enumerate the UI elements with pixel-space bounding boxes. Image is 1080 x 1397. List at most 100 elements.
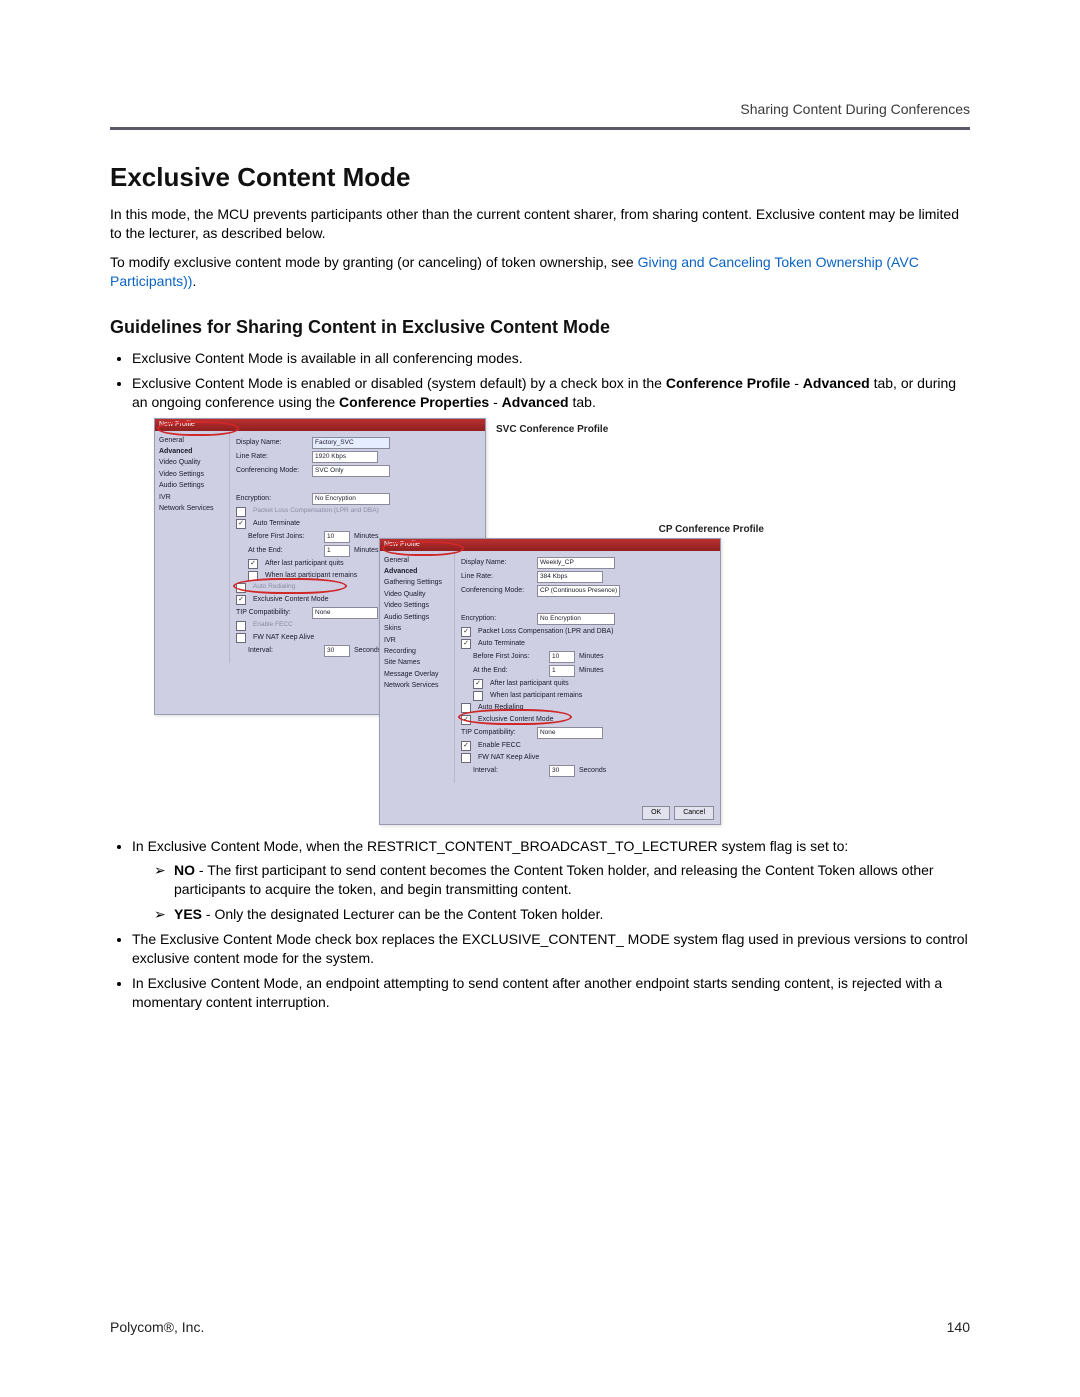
intro-paragraph-2: To modify exclusive content mode by gran… [110, 253, 970, 291]
cp-titlebar: New Profile [380, 539, 720, 551]
svc-nav-general[interactable]: General [159, 435, 225, 446]
svc-titlebar: New Profile [155, 419, 485, 431]
guidelines-list-2: In Exclusive Content Mode, when the REST… [132, 837, 970, 1012]
svc-conf-mode-select[interactable]: SVC Only [312, 465, 390, 477]
cp-nav-ivr[interactable]: IVR [384, 635, 450, 646]
bullet-available: Exclusive Content Mode is available in a… [132, 349, 970, 368]
cp-end-input[interactable]: 1 [549, 665, 575, 677]
cp-interval-input[interactable]: 30 [549, 765, 575, 777]
svc-display-name-input[interactable]: Factory_SVC [312, 437, 390, 449]
cp-nav-video-settings[interactable]: Video Settings [384, 600, 450, 611]
cp-sidebar: General Advanced Gathering Settings Vide… [380, 551, 455, 783]
intro-paragraph-1: In this mode, the MCU prevents participa… [110, 205, 970, 243]
subsection-title: Guidelines for Sharing Content in Exclus… [110, 315, 970, 339]
cp-auto-redial-checkbox[interactable] [461, 703, 471, 713]
svc-end-input[interactable]: 1 [324, 545, 350, 557]
cp-encryption-label: Encryption: [461, 614, 533, 623]
svc-end-unit: Minutes [354, 546, 379, 555]
svc-plc-label: Packet Loss Compensation (LPR and DBA) [253, 507, 379, 516]
bullet-enable-location: Exclusive Content Mode is enabled or dis… [132, 374, 970, 412]
cp-after-quits-label: After last participant quits [490, 679, 569, 688]
cp-line-rate-select[interactable]: 384 Kbps [537, 571, 603, 583]
header-rule [110, 127, 970, 130]
svc-fwnat-checkbox[interactable] [236, 633, 246, 643]
cancel-button[interactable]: Cancel [674, 806, 714, 819]
cp-nav-recording[interactable]: Recording [384, 646, 450, 657]
cp-when-remains-radio[interactable] [473, 691, 483, 701]
svc-nav-advanced[interactable]: Advanced [159, 446, 225, 457]
cp-end-unit: Minutes [579, 666, 604, 675]
section-title: Exclusive Content Mode [110, 160, 970, 195]
svc-auto-redial-label: Auto Redialing [253, 583, 295, 592]
footer-page-number: 140 [947, 1318, 970, 1337]
cp-end-label: At the End: [473, 666, 545, 675]
svc-interval-unit: Seconds [354, 646, 381, 655]
cp-encryption-select[interactable]: No Encryption [537, 613, 615, 625]
cp-display-name-input[interactable]: Weekly_CP [537, 557, 615, 569]
svc-when-remains-radio[interactable] [248, 571, 258, 581]
svc-fecc-checkbox[interactable] [236, 621, 246, 631]
svc-auto-redial-checkbox[interactable] [236, 583, 246, 593]
cp-before-unit: Minutes [579, 652, 604, 661]
intro2-pre: To modify exclusive content mode by gran… [110, 254, 638, 270]
ok-button[interactable]: OK [642, 806, 670, 819]
intro2-post: . [192, 273, 196, 289]
svc-nav-video-quality[interactable]: Video Quality [159, 457, 225, 468]
svc-encryption-select[interactable]: No Encryption [312, 493, 390, 505]
cp-fecc-checkbox[interactable] [461, 741, 471, 751]
svc-conf-mode-label: Conferencing Mode: [236, 466, 308, 475]
svc-nav-network[interactable]: Network Services [159, 503, 225, 514]
svc-auto-terminate-checkbox[interactable] [236, 519, 246, 529]
cp-nav-general[interactable]: General [384, 555, 450, 566]
cp-after-quits-radio[interactable] [473, 679, 483, 689]
page: Sharing Content During Conferences Exclu… [0, 0, 1080, 1397]
svc-before-label: Before First Joins: [248, 532, 320, 541]
svc-exclusive-checkbox[interactable] [236, 595, 246, 605]
svc-after-quits-label: After last participant quits [265, 559, 344, 568]
cp-when-remains-label: When last participant remains [490, 691, 582, 700]
cp-conf-mode-select[interactable]: CP (Continuous Presence) [537, 585, 620, 597]
cp-before-label: Before First Joins: [473, 652, 545, 661]
cp-fwnat-checkbox[interactable] [461, 753, 471, 763]
svc-tip-select[interactable]: None [312, 607, 378, 619]
cp-nav-network[interactable]: Network Services [384, 680, 450, 691]
svc-interval-input[interactable]: 30 [324, 645, 350, 657]
cp-exclusive-label: Exclusive Content Mode [478, 715, 553, 724]
cp-auto-terminate-checkbox[interactable] [461, 639, 471, 649]
svc-plc-checkbox[interactable] [236, 507, 246, 517]
svc-end-label: At the End: [248, 546, 320, 555]
cp-nav-message-overlay[interactable]: Message Overlay [384, 669, 450, 680]
svc-line-rate-label: Line Rate: [236, 452, 308, 461]
cp-nav-audio-settings[interactable]: Audio Settings [384, 612, 450, 623]
svc-before-input[interactable]: 10 [324, 531, 350, 543]
cp-conf-mode-label: Conferencing Mode: [461, 586, 533, 595]
cp-nav-site-names[interactable]: Site Names [384, 657, 450, 668]
bullet-replace-flag: The Exclusive Content Mode check box rep… [132, 930, 970, 968]
cp-nav-skins[interactable]: Skins [384, 623, 450, 634]
svc-nav-audio-settings[interactable]: Audio Settings [159, 480, 225, 491]
svc-after-quits-radio[interactable] [248, 559, 258, 569]
cp-fwnat-label: FW NAT Keep Alive [478, 753, 539, 762]
cp-tip-label: TIP Compatibility: [461, 728, 533, 737]
svc-auto-terminate-label: Auto Terminate [253, 519, 300, 528]
cp-tip-select[interactable]: None [537, 727, 603, 739]
cp-nav-advanced[interactable]: Advanced [384, 566, 450, 577]
cp-form: Display Name:Weekly_CP Line Rate:384 Kbp… [455, 551, 720, 783]
sub-yes: YES - Only the designated Lecturer can b… [154, 905, 970, 924]
cp-nav-video-quality[interactable]: Video Quality [384, 589, 450, 600]
caption-svc: SVC Conference Profile [496, 423, 608, 437]
svc-nav-ivr[interactable]: IVR [159, 492, 225, 503]
sub-no: NO - The first participant to send conte… [154, 861, 970, 899]
cp-before-input[interactable]: 10 [549, 651, 575, 663]
cp-exclusive-checkbox[interactable] [461, 715, 471, 725]
svc-nav-video-settings[interactable]: Video Settings [159, 469, 225, 480]
caption-cp: CP Conference Profile [659, 523, 764, 537]
cp-plc-checkbox[interactable] [461, 627, 471, 637]
svc-encryption-label: Encryption: [236, 494, 308, 503]
svc-when-remains-label: When last participant remains [265, 571, 357, 580]
cp-nav-gathering[interactable]: Gathering Settings [384, 577, 450, 588]
svc-line-rate-select[interactable]: 1920 Kbps [312, 451, 378, 463]
page-footer: Polycom®, Inc. 140 [110, 1318, 970, 1337]
figure-profile-dialogs: SVC Conference Profile CP Conference Pro… [154, 418, 764, 823]
footer-company: Polycom®, Inc. [110, 1318, 204, 1337]
